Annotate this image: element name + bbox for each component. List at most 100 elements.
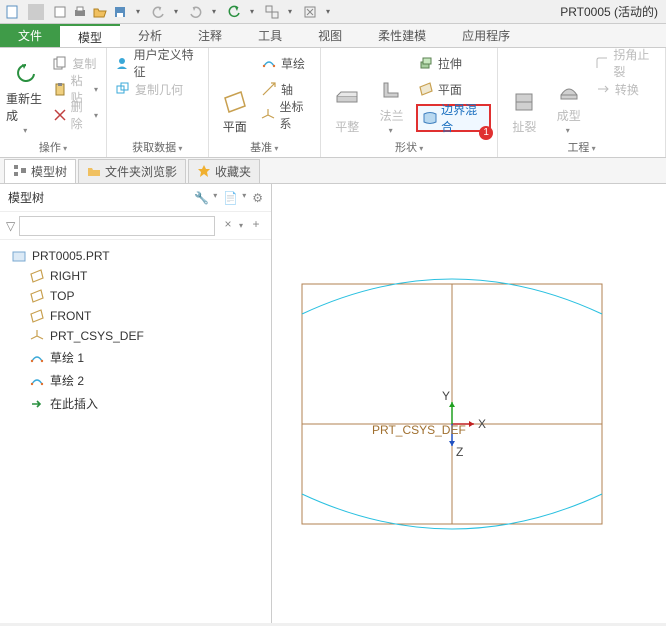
copy-button[interactable]: 复制 [50, 52, 100, 74]
tree-node-csys[interactable]: PRT_CSYS_DEF [4, 326, 267, 346]
split-button[interactable]: 扯裂 [504, 52, 544, 137]
filter-funnel-icon[interactable]: ▽ [6, 219, 15, 233]
regen-dropdown-icon[interactable]: ▾ [244, 4, 260, 20]
tab-file[interactable]: 文件 [0, 24, 60, 47]
axis-label: 轴 [281, 81, 293, 98]
flange-label: 法兰 [380, 107, 404, 124]
model-tree-header: 模型树 🔧▾ 📄▾ ⚙ [0, 184, 271, 212]
boundary-blend-label: 边界混合 [441, 101, 484, 135]
regen-icon[interactable] [226, 4, 242, 20]
panel-tab-favorites-label: 收藏夹 [215, 163, 251, 180]
new-icon[interactable] [52, 4, 68, 20]
tab-view[interactable]: 视图 [300, 24, 360, 47]
extrude-button[interactable]: 拉伸 [416, 52, 491, 74]
axis-z-label: Z [456, 445, 463, 459]
undo-dropdown-icon[interactable]: ▾ [168, 4, 184, 20]
flatten-button[interactable]: 平整 [327, 52, 367, 137]
windows-dropdown-icon[interactable]: ▾ [282, 4, 298, 20]
regenerate-icon [12, 60, 40, 88]
csys-button[interactable]: 坐标系 [259, 104, 314, 126]
shape-plane-button[interactable]: 平面 [416, 78, 491, 100]
axis-icon [261, 81, 277, 97]
tool-settings-icon[interactable]: 🔧 [194, 191, 209, 205]
open-icon[interactable] [92, 4, 108, 20]
plane-icon [30, 269, 44, 283]
group-shape-label[interactable]: 形状 [327, 137, 491, 155]
boundary-blend-button[interactable]: 边界混合 [421, 107, 486, 129]
tree-node-root[interactable]: PRT0005.PRT [4, 246, 267, 266]
tab-apps[interactable]: 应用程序 [444, 24, 528, 47]
tool-show-icon[interactable]: 📄 [223, 191, 238, 205]
panel-tab-favorites[interactable]: 收藏夹 [188, 159, 260, 183]
filter-add-button[interactable]: + [247, 217, 265, 235]
save-dropdown-icon[interactable]: ▾ [130, 4, 146, 20]
group-engineering-label[interactable]: 工程 [504, 137, 659, 155]
tool-filter-icon[interactable]: ⚙ [252, 191, 263, 205]
paste-button[interactable]: 粘贴▾ [50, 78, 100, 100]
print-icon[interactable] [72, 4, 88, 20]
group-datum-label[interactable]: 基准 [215, 137, 315, 155]
part-icon [12, 249, 26, 263]
shape-plane-icon [418, 81, 434, 97]
regenerate-button[interactable]: 重新生成 ▾ [6, 52, 46, 137]
corner-relief-label: 拐角止裂 [613, 46, 657, 80]
tree-node-label: 草绘 2 [50, 372, 84, 389]
tab-flexible[interactable]: 柔性建模 [360, 24, 444, 47]
close-view-icon[interactable] [302, 4, 318, 20]
tree-node-sketch2[interactable]: 草绘 2 [4, 369, 267, 392]
tree-node-label: RIGHT [50, 269, 87, 283]
group-shape: 平整 法兰 ▾ 拉伸 平面 边界混合 1 形状 [321, 48, 498, 157]
panel-tab-model-tree[interactable]: 模型树 [4, 159, 76, 183]
tab-analysis[interactable]: 分析 [120, 24, 180, 47]
tree-node-right[interactable]: RIGHT [4, 266, 267, 286]
flatten-icon [333, 88, 361, 116]
filter-input[interactable] [19, 216, 215, 236]
model-tree: PRT0005.PRT RIGHT TOP FRONT PRT_CSYS_DEF… [0, 240, 271, 421]
save-icon[interactable] [112, 4, 128, 20]
group-engineering: 扯裂 成型 ▾ 拐角止裂 转换 工程 [498, 48, 666, 157]
user-feature-button[interactable]: 用户定义特征 [113, 52, 202, 74]
tree-node-sketch1[interactable]: 草绘 1 [4, 346, 267, 369]
quick-access-toolbar: ▾ ▾ ▾ ▾ ▾ ▾ [4, 4, 336, 20]
tree-node-label: TOP [50, 289, 74, 303]
group-operate-label[interactable]: 操作 [6, 137, 100, 155]
star-icon [197, 164, 211, 178]
file-icon[interactable] [4, 4, 20, 20]
filter-clear-button[interactable]: × [219, 217, 237, 235]
ribbon-tabs: 文件 模型 分析 注释 工具 视图 柔性建模 应用程序 [0, 24, 666, 48]
sketch-icon [261, 55, 277, 71]
plane-button[interactable]: 平面 [215, 52, 255, 137]
flange-button[interactable]: 法兰 ▾ [371, 52, 411, 137]
copy-geom-button[interactable]: 复制几何 [113, 78, 202, 100]
model-tree-filter-row: ▽ ×▾ + [0, 212, 271, 240]
user-feature-icon [115, 55, 130, 71]
viewport[interactable]: X Y Z PRT_CSYS_DEF [272, 184, 666, 623]
tab-tools[interactable]: 工具 [240, 24, 300, 47]
redo-dropdown-icon[interactable]: ▾ [206, 4, 222, 20]
axis-button[interactable]: 轴 [259, 78, 314, 100]
windows-icon[interactable] [264, 4, 280, 20]
qat-customize-icon[interactable]: ▾ [320, 4, 336, 20]
panel-tab-file-browser-label: 文件夹浏览影 [105, 163, 177, 180]
panel-tab-file-browser[interactable]: 文件夹浏览影 [78, 159, 186, 183]
convert-button[interactable]: 转换 [593, 78, 659, 100]
undo-icon[interactable] [150, 4, 166, 20]
tab-model[interactable]: 模型 [60, 24, 120, 47]
tree-node-label: FRONT [50, 309, 91, 323]
tree-node-insert[interactable]: 在此插入 [4, 392, 267, 415]
group-getdata-label[interactable]: 获取数据 [113, 137, 202, 155]
user-feature-label: 用户定义特征 [134, 46, 200, 80]
delete-icon [52, 107, 66, 123]
form-button[interactable]: 成型 ▾ [549, 52, 589, 137]
delete-button[interactable]: 删除▾ [50, 104, 100, 126]
scene: X Y Z PRT_CSYS_DEF [272, 184, 666, 623]
sketch-button[interactable]: 草绘 [259, 52, 314, 74]
group-operate: 重新生成 ▾ 复制 粘贴▾ 删除▾ 操作 [0, 48, 107, 157]
redo-icon[interactable] [188, 4, 204, 20]
corner-relief-button[interactable]: 拐角止裂 [593, 52, 659, 74]
tree-node-top[interactable]: TOP [4, 286, 267, 306]
form-icon [555, 77, 583, 105]
tab-annotate[interactable]: 注释 [180, 24, 240, 47]
tree-node-front[interactable]: FRONT [4, 306, 267, 326]
copy-geom-icon [115, 81, 131, 97]
